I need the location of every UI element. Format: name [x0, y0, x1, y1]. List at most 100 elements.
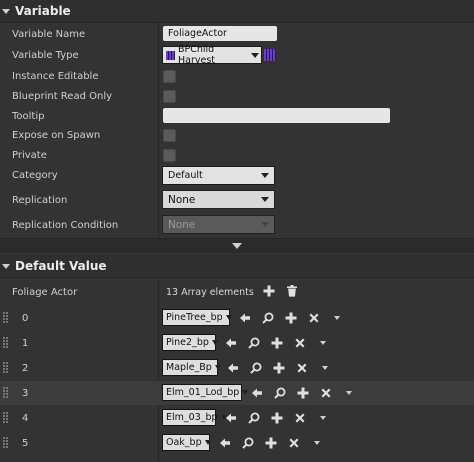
remove-element-icon[interactable] — [319, 386, 333, 400]
array-element-index: 5 — [22, 437, 29, 449]
dropdown-arrow-icon — [256, 167, 274, 184]
category-dropdown[interactable]: Default — [162, 166, 275, 185]
asset-picker-dropdown[interactable]: Maple_Bp — [162, 359, 221, 376]
array-element-index: 2 — [22, 362, 29, 374]
blueprint-read-only-label: Blueprint Read Only — [12, 90, 113, 102]
drag-handle-icon[interactable] — [3, 312, 9, 324]
instance-editable-checkbox[interactable] — [163, 70, 176, 83]
array-element-row: 3 Elm_01_Lod_bp — [0, 381, 474, 405]
asset-picker-value: Elm_03_bp — [166, 412, 218, 423]
dropdown-arrow-icon — [256, 191, 274, 208]
add-element-icon[interactable] — [262, 284, 276, 298]
asset-picker-dropdown[interactable]: Elm_01_Lod_bp — [162, 384, 249, 401]
use-selected-arrow-icon[interactable] — [224, 411, 238, 425]
insert-element-icon[interactable] — [270, 336, 284, 350]
remove-element-icon[interactable] — [293, 336, 307, 350]
array-count: 13 Array elements — [166, 286, 254, 298]
asset-picker-value: Maple_Bp — [166, 362, 212, 373]
use-selected-arrow-icon[interactable] — [250, 386, 264, 400]
expand-advanced-icon — [232, 243, 242, 249]
browse-search-icon[interactable] — [249, 361, 263, 375]
tooltip-input[interactable] — [163, 108, 390, 123]
asset-picker-dropdown[interactable]: Oak_bp — [162, 434, 211, 451]
element-options-chevron-icon[interactable] — [316, 411, 330, 425]
advanced-expander[interactable] — [0, 238, 474, 253]
browse-search-icon[interactable] — [247, 336, 261, 350]
variable-type-value: BPChild Harvest — [178, 44, 216, 66]
replication-condition-label: Replication Condition — [12, 220, 119, 231]
element-options-chevron-icon[interactable] — [330, 311, 344, 325]
insert-element-icon[interactable] — [296, 386, 310, 400]
asset-picker-value: Pine2_bp — [166, 337, 209, 348]
category-value: Default — [168, 170, 203, 181]
collapse-arrow-icon[interactable] — [2, 8, 10, 14]
asset-picker-dropdown[interactable]: Pine2_bp — [162, 334, 218, 351]
remove-element-icon[interactable] — [287, 436, 301, 450]
remove-element-icon[interactable] — [295, 361, 309, 375]
asset-picker-dropdown[interactable]: PineTree_bp — [162, 309, 232, 326]
category-row: Category Default — [0, 165, 474, 186]
dropdown-arrow-icon — [225, 315, 232, 320]
trash-icon[interactable] — [285, 284, 299, 298]
remove-element-icon[interactable] — [307, 311, 321, 325]
variable-name-row: Variable Name FoliageActor — [0, 24, 474, 44]
dropdown-arrow-icon — [211, 340, 218, 345]
private-checkbox[interactable] — [163, 149, 176, 162]
use-selected-arrow-icon[interactable] — [226, 361, 240, 375]
use-selected-arrow-icon[interactable] — [238, 311, 252, 325]
array-label: Foliage Actor — [12, 286, 78, 298]
element-options-chevron-icon[interactable] — [316, 336, 330, 350]
dropdown-arrow-icon — [256, 216, 274, 233]
variable-type-dropdown[interactable]: BPChild Harvest — [162, 44, 262, 66]
browse-search-icon[interactable] — [273, 386, 287, 400]
drag-handle-icon[interactable] — [3, 337, 9, 349]
use-selected-arrow-icon[interactable] — [224, 336, 238, 350]
browse-search-icon[interactable] — [261, 311, 275, 325]
insert-element-icon[interactable] — [272, 361, 286, 375]
asset-picker-dropdown[interactable]: Elm_03_bp — [162, 409, 227, 426]
variable-name-label: Variable Name — [12, 28, 86, 40]
default-value-section-header[interactable]: Default Value — [0, 255, 474, 278]
replication-condition-value: None — [168, 218, 196, 231]
replication-condition-row: Replication Condition None — [0, 215, 474, 236]
private-row: Private — [0, 145, 474, 165]
container-type-icon[interactable] — [264, 49, 276, 61]
drag-handle-icon[interactable] — [3, 362, 9, 374]
dropdown-arrow-icon — [204, 440, 211, 445]
instance-editable-row: Instance Editable — [0, 66, 474, 86]
use-selected-arrow-icon[interactable] — [218, 436, 232, 450]
replication-condition-dropdown: None — [162, 215, 275, 234]
drag-handle-icon[interactable] — [3, 437, 9, 449]
variable-section-title: Variable — [15, 4, 71, 18]
blueprint-read-only-checkbox[interactable] — [163, 90, 176, 103]
array-element-row: 0 PineTree_bp — [0, 306, 474, 330]
variable-section-header[interactable]: Variable — [0, 0, 474, 23]
element-options-chevron-icon[interactable] — [310, 436, 324, 450]
remove-element-icon[interactable] — [293, 411, 307, 425]
insert-element-icon[interactable] — [270, 411, 284, 425]
asset-picker-value: PineTree_bp — [166, 312, 223, 323]
insert-element-icon[interactable] — [284, 311, 298, 325]
element-options-chevron-icon[interactable] — [342, 386, 356, 400]
array-element-index: 0 — [22, 312, 29, 324]
element-options-chevron-icon[interactable] — [318, 361, 332, 375]
variable-type-label: Variable Type — [12, 49, 79, 61]
dropdown-arrow-icon — [214, 365, 221, 370]
drag-handle-icon[interactable] — [3, 387, 9, 399]
replication-dropdown[interactable]: None — [162, 190, 275, 209]
variable-name-input[interactable]: FoliageActor — [163, 26, 277, 41]
expose-on-spawn-checkbox[interactable] — [163, 129, 176, 142]
expose-on-spawn-label: Expose on Spawn — [12, 129, 101, 141]
variable-type-row: Variable Type BPChild Harvest — [0, 44, 474, 66]
array-header-row: Foliage Actor 13 Array elements — [0, 280, 474, 304]
browse-search-icon[interactable] — [247, 411, 261, 425]
collapse-arrow-icon[interactable] — [2, 263, 10, 269]
replication-label: Replication — [12, 195, 68, 206]
drag-handle-icon[interactable] — [3, 412, 9, 424]
insert-element-icon[interactable] — [264, 436, 278, 450]
browse-search-icon[interactable] — [241, 436, 255, 450]
category-label: Category — [12, 170, 58, 181]
private-label: Private — [12, 149, 47, 161]
array-element-row: 5 Oak_bp — [0, 431, 474, 455]
blueprint-read-only-row: Blueprint Read Only — [0, 86, 474, 106]
